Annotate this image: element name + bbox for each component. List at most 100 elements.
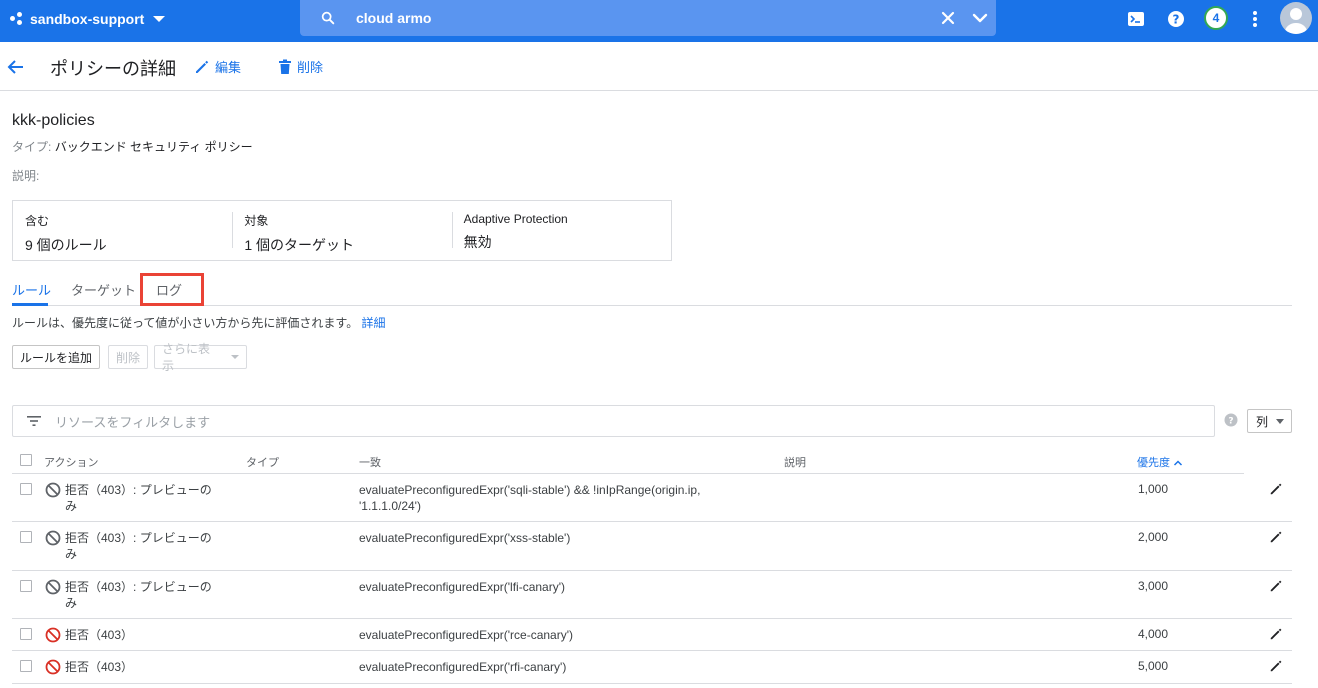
delete-button[interactable]: 削除 <box>278 57 323 76</box>
top-bar: sandbox-support cloud armo ? 4 <box>0 0 1318 42</box>
summary-label: 対象 <box>244 214 269 228</box>
rule-match: evaluatePreconfiguredExpr('rce-canary') <box>359 628 574 642</box>
summary-targets: 対象 1 個のターゲット <box>232 212 451 260</box>
policy-name: kkk-policies <box>12 112 95 129</box>
edit-rule-icon[interactable] <box>1269 530 1283 547</box>
rule-match: evaluatePreconfiguredExpr('xss-stable') <box>359 531 571 545</box>
columns-label: 列 <box>1256 414 1269 429</box>
more-vert-icon[interactable] <box>1245 9 1265 29</box>
delete-rule-button[interactable]: 削除 <box>108 345 149 369</box>
more-actions-label: さらに表示 <box>162 342 211 373</box>
rule-action: 拒否（403）: プレビューのみ <box>45 482 220 514</box>
table-header: アクション タイプ 一致 説明 優先度 <box>12 447 1244 474</box>
summary-label: 含む <box>25 214 50 228</box>
column-action[interactable]: アクション <box>44 454 98 470</box>
table-row[interactable]: 拒否（403） evaluatePreconfiguredExpr('rfi-c… <box>12 651 1292 684</box>
help-icon[interactable]: ? <box>1166 9 1186 29</box>
policy-type: タイプ: バックエンド セキュリティ ポリシー <box>12 138 253 155</box>
back-arrow-icon[interactable] <box>6 57 26 82</box>
policy-type-value: バックエンド セキュリティ ポリシー <box>54 140 253 154</box>
edit-rule-icon[interactable] <box>1269 579 1283 596</box>
summary-value: 1 個のターゲット <box>244 237 355 253</box>
tab-bar: ルール ターゲット ログ <box>12 272 1292 306</box>
rule-action-label: 拒否（403）: プレビューのみ <box>65 531 212 561</box>
delete-button-label: 削除 <box>297 60 324 75</box>
row-checkbox[interactable] <box>20 580 32 592</box>
edit-button-label: 編集 <box>215 60 242 75</box>
chevron-down-icon <box>153 16 166 22</box>
deny-icon <box>45 659 61 675</box>
edit-rule-icon[interactable] <box>1269 482 1283 499</box>
rule-match: evaluatePreconfiguredExpr('lfi-canary') <box>359 580 566 594</box>
page-header: ポリシーの詳細 編集 削除 <box>0 42 1318 91</box>
table-row[interactable]: 拒否（403）: プレビューのみ evaluatePreconfiguredEx… <box>12 474 1292 522</box>
table-row[interactable]: 拒否（403）: プレビューのみ evaluatePreconfiguredEx… <box>12 522 1292 571</box>
trash-icon <box>279 59 291 74</box>
search-icon <box>300 10 356 26</box>
summary-value: 9 個のルール <box>25 237 107 253</box>
summary-value: 無効 <box>463 234 492 250</box>
clear-search-icon[interactable] <box>932 11 964 25</box>
sort-ascending-icon <box>1174 460 1183 466</box>
active-tab-indicator <box>12 303 48 306</box>
rule-action-label: 拒否（403） <box>65 660 134 674</box>
row-checkbox[interactable] <box>20 628 32 640</box>
summary-card: 含む 9 個のルール 対象 1 個のターゲット Adaptive Protect… <box>12 200 672 261</box>
edit-rule-icon[interactable] <box>1269 659 1283 676</box>
select-all-checkbox[interactable] <box>20 454 32 466</box>
project-name: sandbox-support <box>30 11 145 27</box>
filter-input[interactable]: リソースをフィルタします <box>55 412 210 431</box>
learn-more-link[interactable]: 詳細 <box>362 316 386 330</box>
svg-text:?: ? <box>1173 13 1180 27</box>
policy-type-label: タイプ: <box>12 140 52 154</box>
rule-match: evaluatePreconfiguredExpr('sqli-stable')… <box>359 483 701 513</box>
edit-rule-icon[interactable] <box>1269 627 1283 644</box>
project-selector[interactable]: sandbox-support <box>10 0 166 38</box>
pencil-icon <box>196 60 209 73</box>
more-actions-button[interactable]: さらに表示 <box>154 342 247 373</box>
rule-action-label: 拒否（403）: プレビューのみ <box>65 580 212 610</box>
block-icon <box>45 579 61 595</box>
deny-icon <box>45 627 61 643</box>
rule-action-label: 拒否（403） <box>65 628 134 642</box>
rule-action-label: 拒否（403）: プレビューのみ <box>65 483 212 513</box>
column-description[interactable]: 説明 <box>784 454 806 470</box>
rule-priority: 5,000 <box>1138 659 1169 673</box>
row-checkbox[interactable] <box>20 483 32 495</box>
cloud-shell-icon[interactable] <box>1126 9 1146 29</box>
rule-priority: 1,000 <box>1138 482 1169 496</box>
column-priority-label: 優先度 <box>1137 457 1170 469</box>
rule-priority: 4,000 <box>1138 627 1169 641</box>
edit-button[interactable]: 編集 <box>194 57 241 76</box>
column-type[interactable]: タイプ <box>246 454 279 470</box>
columns-button[interactable]: 列 <box>1247 409 1292 433</box>
search-input[interactable]: cloud armo <box>356 10 932 26</box>
table-row[interactable]: 拒否（403） evaluatePreconfiguredExpr('rce-c… <box>12 619 1292 651</box>
filter-help-icon[interactable]: ? <box>1224 413 1238 432</box>
summary-label: Adaptive Protection <box>463 212 568 226</box>
column-match[interactable]: 一致 <box>359 454 381 470</box>
tab-rules[interactable]: ルール <box>12 280 51 299</box>
block-icon <box>45 530 61 546</box>
rule-match: evaluatePreconfiguredExpr('rfi-canary') <box>359 660 567 674</box>
row-checkbox[interactable] <box>20 531 32 543</box>
rule-action: 拒否（403）: プレビューのみ <box>45 579 220 611</box>
row-checkbox[interactable] <box>20 660 32 672</box>
notifications-badge[interactable]: 4 <box>1204 6 1228 30</box>
rules-info-text: ルールは、優先度に従って値が小さい方から先に評価されます。 <box>12 316 359 330</box>
rule-priority: 3,000 <box>1138 579 1169 593</box>
rules-info: ルールは、優先度に従って値が小さい方から先に評価されます。 詳細 <box>12 314 386 331</box>
expand-search-icon[interactable] <box>964 12 996 24</box>
filter-bar[interactable]: リソースをフィルタします <box>12 405 1215 437</box>
add-rule-button[interactable]: ルールを追加 <box>12 345 101 369</box>
table-row[interactable]: 拒否（403）: プレビューのみ evaluatePreconfiguredEx… <box>12 571 1292 619</box>
page-title: ポリシーの詳細 <box>50 59 176 79</box>
policy-description-label: 説明: <box>12 169 40 183</box>
avatar[interactable] <box>1280 2 1312 34</box>
tab-targets[interactable]: ターゲット <box>71 280 136 299</box>
rule-action: 拒否（403） <box>45 659 220 675</box>
rule-priority: 2,000 <box>1138 530 1169 544</box>
search-bar[interactable]: cloud armo <box>300 0 996 36</box>
column-priority[interactable]: 優先度 <box>1137 454 1183 470</box>
summary-adaptive-protection: Adaptive Protection 無効 <box>451 212 671 260</box>
